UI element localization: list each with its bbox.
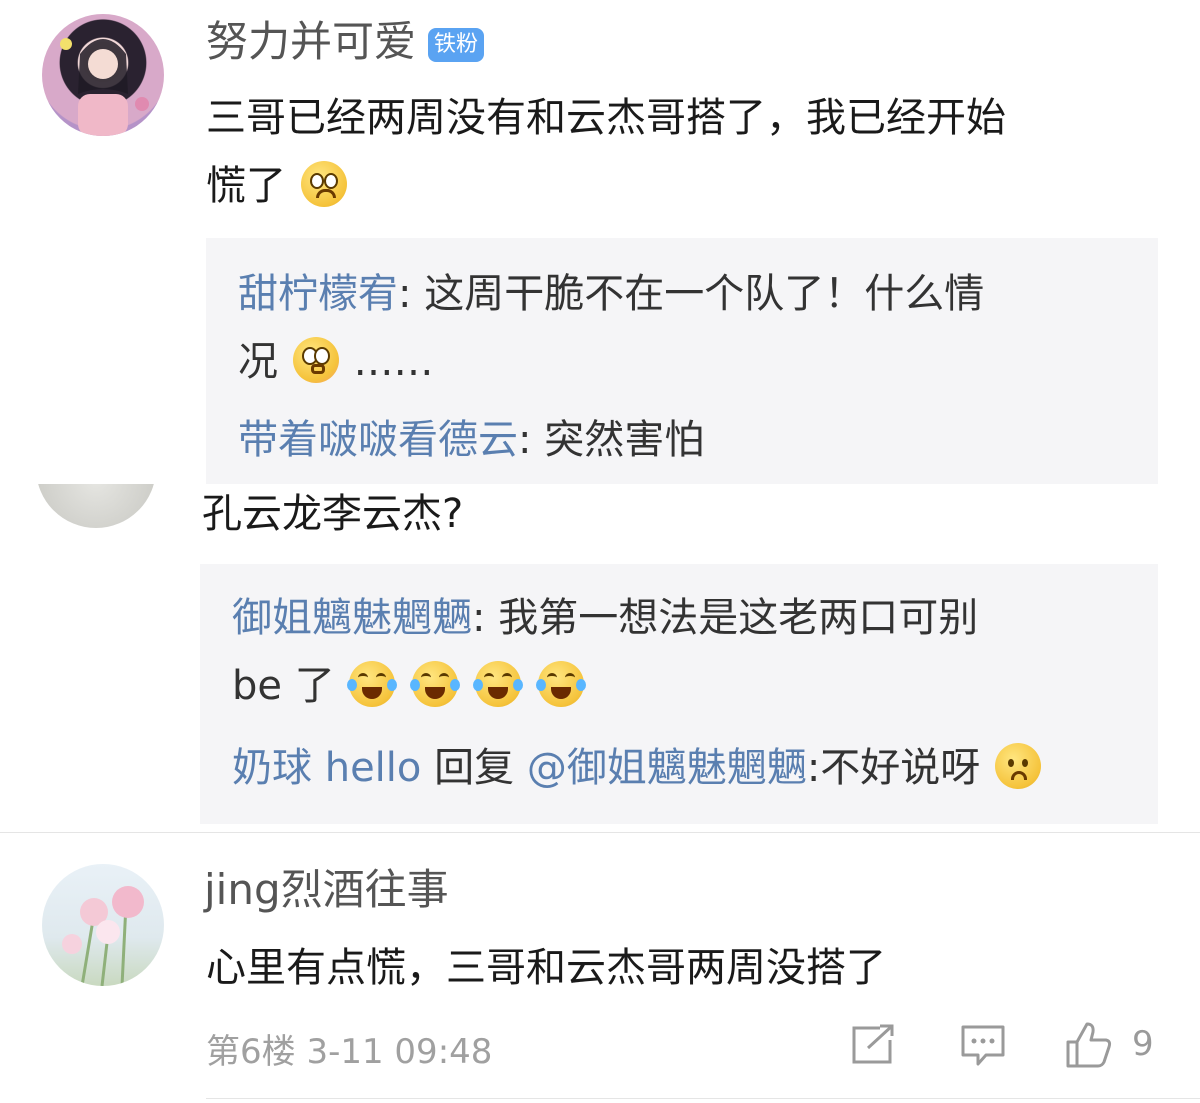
crying-laughing-icon [535,661,586,707]
comment-text: 慌了 [206,163,286,209]
reply-ellipsis: …… [353,339,434,385]
floor-number: 第6楼 [206,1032,296,1072]
reply-item[interactable]: 奶球 hello 回复 @御姐魑魅魍魉:不好说呀 [232,734,1043,802]
reply-text: : 我第一想法是这老两口可别 [472,595,979,641]
reply-text-cont: 况 [238,339,278,385]
comment-username[interactable]: jing烈酒往事 [204,866,449,914]
reply-username[interactable]: 甜柠檬宥 [238,271,398,317]
reply-box: 御姐魑魅魍魉: 我第一想法是这老两口可别 be 了 奶球 hello 回复 @御… [200,564,1158,824]
reply-username[interactable]: 奶球 hello [232,745,421,791]
crying-laughing-icon [410,661,461,707]
comment-body: 心里有点慌，三哥和云杰哥两周没搭了 [206,945,886,991]
worried-face-icon [995,743,1042,789]
avatar[interactable] [42,864,164,986]
share-button[interactable] [850,1024,896,1066]
reply-word: 回复 [434,745,515,791]
reply-box: 甜柠檬宥: 这周干脆不在一个队了！什么情 况 …… 带着啵啵看德云: 突然害怕 [206,238,1158,484]
avatar-image [62,886,144,986]
thumbs-up-icon [1066,1022,1112,1068]
comment-button[interactable] [960,1024,1006,1068]
comment-body: 三哥已经两周没有和云杰哥搭了，我已经开始 慌了 [206,84,1166,220]
comment-username[interactable]: 努力并可爱 铁粉 [206,17,485,66]
crying-laughing-icon [347,661,398,707]
reply-item[interactable]: 甜柠檬宥: 这周干脆不在一个队了！什么情 况 …… [238,260,1138,396]
pleading-face-icon [300,161,347,207]
comment-text-line-2: 慌了 [206,152,1166,220]
reply-text: : 这周干脆不在一个队了！什么情 [398,271,985,317]
like-count: 9 [1132,1024,1154,1064]
reply-username[interactable]: 御姐魑魅魍魉 [232,595,472,641]
crying-laughing-icon [472,661,523,707]
comment-icon [961,1025,1005,1066]
reply-text: :不好说呀 [806,745,981,791]
username-text[interactable]: 努力并可爱 [206,17,416,66]
divider [206,1098,1200,1099]
share-icon [852,1024,894,1064]
reply-item[interactable]: 带着啵啵看德云: 突然害怕 [238,406,704,474]
comment-body: 孔云龙李云杰? [202,491,464,537]
comment-time: 3-11 09:48 [306,1032,493,1072]
avatar-image [60,38,149,136]
divider [0,832,1200,833]
comment-text-line: 三哥已经两周没有和云杰哥搭了，我已经开始 [206,95,1006,141]
avatar[interactable] [42,14,164,136]
avatar-clip [36,484,156,530]
like-button[interactable]: 9 [1064,1020,1164,1070]
reply-text-cont: be 了 [232,663,335,709]
reply-item[interactable]: 御姐魑魅魍魉: 我第一想法是这老两口可别 be 了 [232,584,1132,720]
fan-badge: 铁粉 [428,27,485,62]
reply-username[interactable]: 带着啵啵看德云 [238,417,518,463]
reply-mention[interactable]: @御姐魑魅魍魉 [527,745,807,791]
avatar[interactable] [36,484,156,528]
comment-meta: 第6楼 3-11 09:48 [206,1024,492,1073]
flushed-face-icon [292,337,339,383]
reply-text: : 突然害怕 [518,417,705,463]
